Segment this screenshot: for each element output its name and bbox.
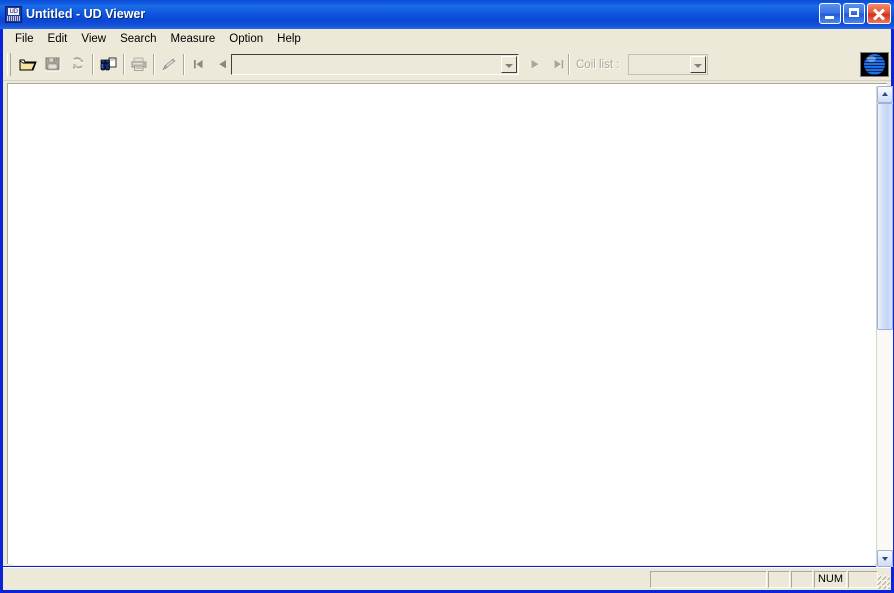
chevron-down-icon[interactable] (690, 56, 706, 73)
menu-item-edit[interactable]: Edit (41, 29, 75, 48)
resize-grip[interactable] (876, 575, 890, 589)
menu-item-file[interactable]: File (8, 29, 41, 48)
coil-list-combo[interactable] (628, 54, 708, 75)
window-title-app: UD Viewer (83, 7, 146, 21)
refresh-arrows-icon (71, 57, 85, 71)
toolbar-separator-1 (92, 54, 94, 75)
scroll-down-button[interactable] (877, 550, 893, 567)
window-title-document: Untitled (26, 7, 73, 21)
vertical-scroll-track[interactable] (877, 103, 893, 550)
toolbar-separator-2 (123, 54, 125, 75)
scroll-up-button[interactable] (877, 86, 893, 103)
vertical-scrollbar[interactable] (876, 86, 893, 567)
chevron-down-icon[interactable] (501, 56, 517, 73)
menu-bar: File Edit View Search Measure Option Hel… (3, 29, 891, 49)
menu-item-view[interactable]: View (74, 29, 113, 48)
refresh-button[interactable] (66, 53, 90, 76)
window-controls (817, 3, 891, 25)
toolbar-separator-5 (568, 54, 570, 75)
save-file-button[interactable] (41, 53, 65, 76)
skip-first-icon (194, 60, 203, 69)
document-view[interactable] (7, 83, 893, 567)
window-title: Untitled - UD Viewer (26, 7, 145, 21)
menu-item-search[interactable]: Search (113, 29, 163, 48)
open-file-button[interactable] (16, 53, 40, 76)
chevron-down-icon (882, 557, 888, 561)
ud-app-icon: UD (5, 6, 22, 23)
chevron-up-icon (882, 92, 888, 96)
printer-icon (131, 57, 147, 71)
title-bar: UD Untitled - UD Viewer (0, 0, 894, 29)
skip-last-icon (554, 60, 564, 69)
app-icon-stripes (7, 16, 20, 21)
vertical-scroll-thumb[interactable] (877, 103, 893, 330)
menu-item-help[interactable]: Help (270, 29, 308, 48)
close-button[interactable] (867, 3, 891, 24)
print-button[interactable] (127, 53, 151, 76)
company-globe-logo (860, 52, 889, 77)
status-pane-info (650, 571, 767, 588)
coil-list-label: Coil list : (576, 59, 620, 71)
menu-item-option[interactable]: Option (222, 29, 270, 48)
play-next-icon (531, 60, 539, 69)
toolbar-grip-handle[interactable] (7, 53, 11, 76)
edit-pen-button[interactable] (157, 53, 181, 76)
globe-icon (864, 54, 885, 75)
window-title-separator: - (72, 7, 84, 21)
play-prev-icon (219, 60, 227, 69)
floppy-disk-icon (45, 57, 61, 72)
toolbar-separator-3 (153, 54, 155, 75)
toolbar: Coil list : (3, 49, 891, 81)
maximize-button[interactable] (843, 3, 865, 24)
ud-viewer-window: UD Untitled - UD Viewer File Edit View S… (0, 0, 894, 593)
status-pane-a (768, 571, 790, 588)
record-combo[interactable] (231, 54, 519, 75)
first-record-button[interactable] (187, 53, 211, 76)
find-button[interactable] (97, 53, 121, 76)
pencil-icon (161, 57, 177, 72)
minimize-button[interactable] (819, 3, 841, 24)
binoculars-icon (100, 57, 117, 71)
open-folder-icon (19, 59, 37, 71)
document-canvas[interactable] (13, 87, 874, 565)
app-icon-label: UD (8, 8, 19, 15)
status-pane-c (848, 571, 878, 588)
status-pane-b (791, 571, 813, 588)
status-pane-num: NUM (814, 571, 847, 588)
toolbar-separator-4 (183, 54, 185, 75)
client-area-frame (3, 81, 893, 567)
status-bar: NUM (3, 567, 891, 590)
next-record-button[interactable] (523, 53, 547, 76)
menu-item-measure[interactable]: Measure (164, 29, 223, 48)
